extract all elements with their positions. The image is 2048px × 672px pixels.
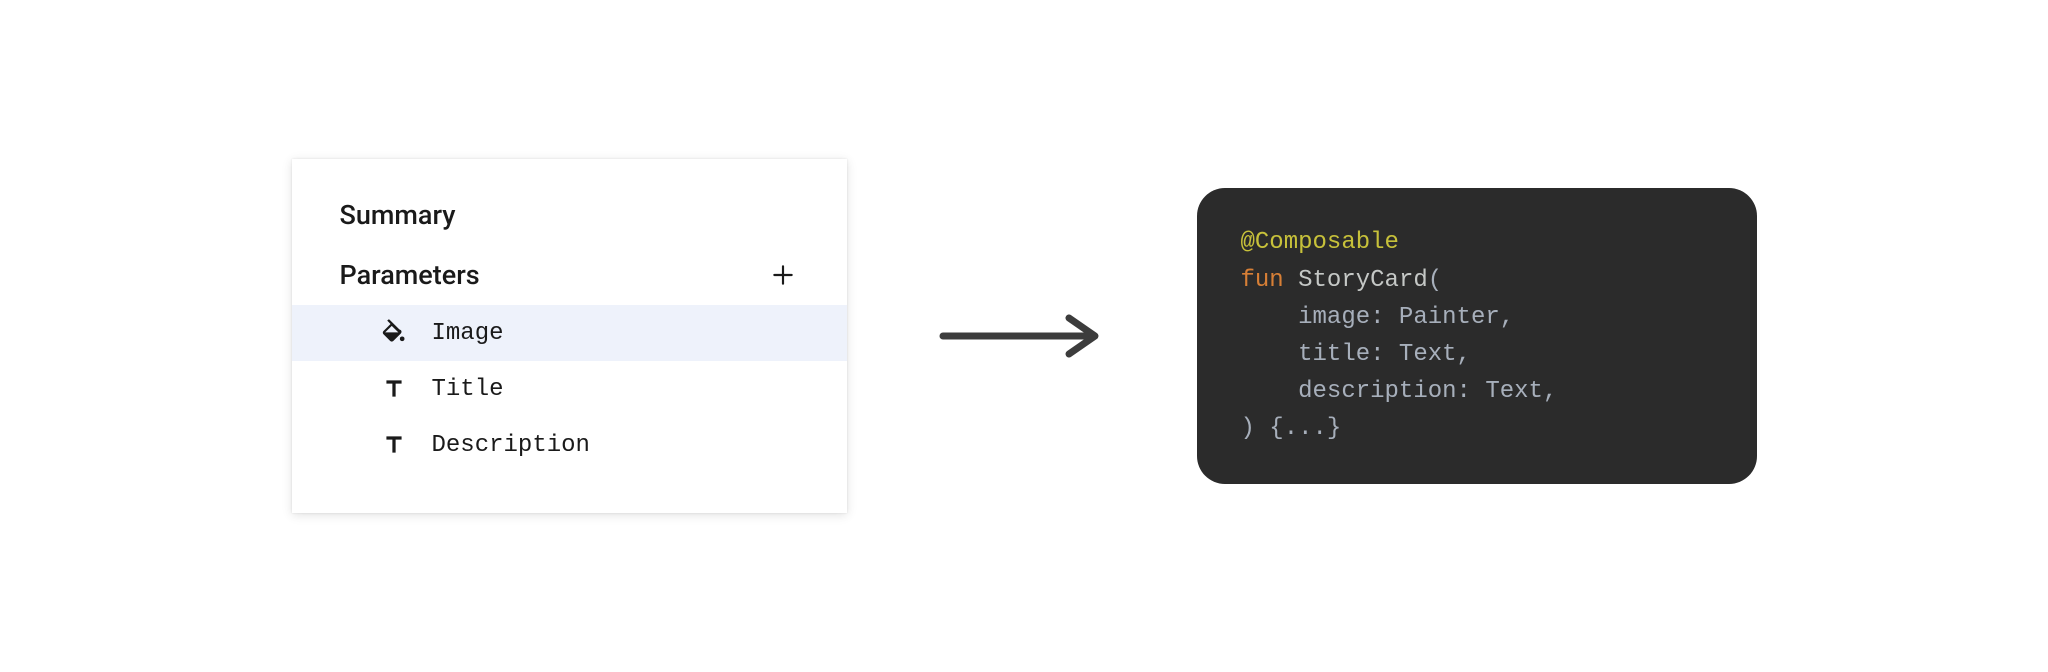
parameter-label: Description	[432, 432, 590, 459]
code-param: description: Text,	[1298, 378, 1557, 405]
code-open-paren: (	[1428, 267, 1442, 294]
parameters-section-header: Parameters	[292, 253, 847, 305]
text-icon	[380, 431, 408, 459]
code-keyword: fun	[1241, 267, 1284, 294]
code-content: @Composable fun StoryCard( image: Painte…	[1241, 224, 1713, 447]
arrow-right-icon	[937, 312, 1107, 360]
fill-icon	[380, 319, 408, 347]
code-block: @Composable fun StoryCard( image: Painte…	[1197, 188, 1757, 483]
code-annotation: @Composable	[1241, 229, 1399, 256]
section-title-parameters: Parameters	[340, 259, 480, 291]
parameter-label: Title	[432, 376, 504, 403]
code-close-paren: )	[1241, 415, 1255, 442]
code-function-name: StoryCard	[1298, 267, 1428, 294]
add-parameter-button[interactable]	[767, 259, 799, 291]
parameter-item-description[interactable]: Description	[292, 417, 847, 473]
plus-icon	[770, 262, 796, 288]
arrow	[937, 312, 1107, 360]
code-param: title: Text,	[1298, 341, 1471, 368]
code-body: {...}	[1255, 415, 1341, 442]
parameter-label: Image	[432, 320, 504, 347]
parameter-item-image[interactable]: Image	[292, 305, 847, 361]
parameter-item-title[interactable]: Title	[292, 361, 847, 417]
parameter-list: Image Title Description	[292, 305, 847, 473]
panel-heading-summary: Summary	[292, 189, 847, 253]
code-param: image: Painter,	[1298, 304, 1514, 331]
parameters-panel: Summary Parameters Image Title Descripti…	[292, 159, 847, 513]
text-icon	[380, 375, 408, 403]
